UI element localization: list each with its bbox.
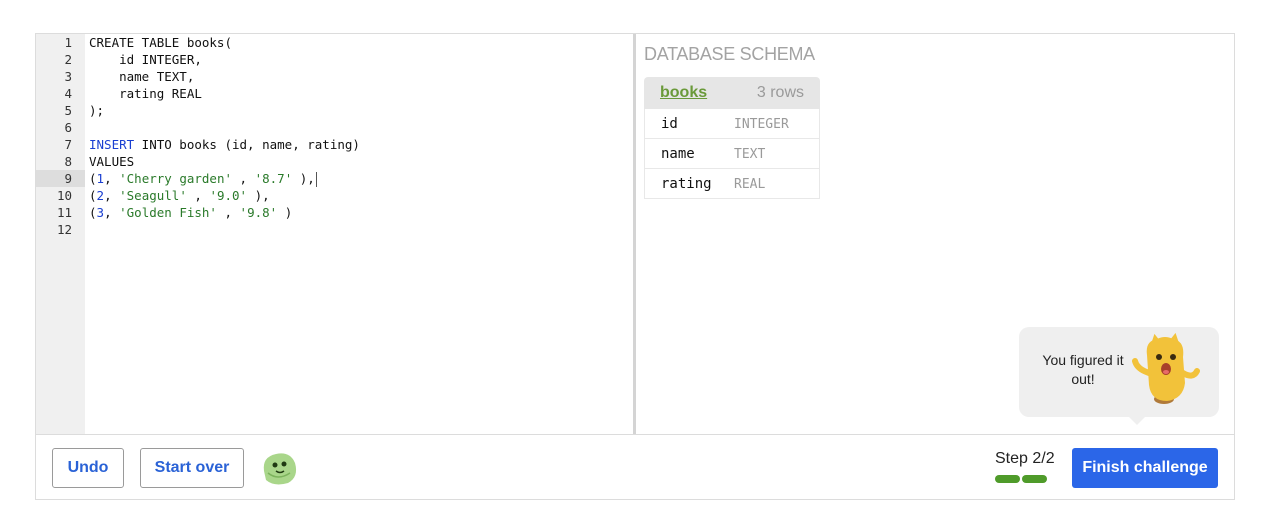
step-progress-segment	[1022, 475, 1047, 483]
footer-toolbar: Undo Start over Step 2/2 Finish challeng…	[36, 434, 1234, 499]
code-token: rating REAL	[89, 86, 202, 101]
sql-string: '9.0'	[209, 188, 248, 203]
schema-column-row: name TEXT	[644, 139, 820, 169]
code-token: id INTEGER,	[89, 52, 202, 67]
code-line[interactable]: CREATE TABLE books(	[89, 34, 232, 51]
code-line[interactable]: name TEXT,	[89, 68, 194, 85]
code-line[interactable]: rating REAL	[89, 85, 202, 102]
column-name: rating	[661, 176, 712, 192]
line-number: 1	[64, 35, 72, 50]
mascot-monster-illustration	[1132, 333, 1200, 404]
schema-panel: DATABASE SCHEMA books 3 rows id INTEGER …	[636, 34, 1234, 434]
line-number: 5	[64, 103, 72, 118]
code-line[interactable]: INSERT INTO books (id, name, rating)	[89, 136, 360, 153]
column-type: TEXT	[734, 147, 766, 162]
code-line[interactable]: (1, 'Cherry garden' , '8.7' ),	[89, 170, 317, 187]
code-line[interactable]: );	[89, 102, 104, 119]
sql-string: 'Golden Fish'	[119, 205, 217, 220]
sql-number: 1	[96, 171, 105, 186]
code-token: )	[277, 205, 293, 220]
step-indicator-label: Step 2/2	[995, 450, 1055, 467]
line-number: 2	[64, 52, 72, 67]
finish-challenge-button[interactable]: Finish challenge	[1072, 448, 1218, 488]
line-number: 10	[56, 188, 72, 203]
line-number: 11	[56, 205, 72, 220]
line-number: 12	[56, 222, 72, 237]
code-token: (	[89, 171, 97, 186]
schema-table-name-link[interactable]: books	[660, 84, 707, 102]
code-token: (	[89, 205, 97, 220]
line-number: 3	[64, 69, 72, 84]
line-number: 4	[64, 86, 72, 101]
code-token: ,	[104, 205, 120, 220]
step-progress-segment	[995, 475, 1020, 483]
column-name: name	[661, 146, 695, 162]
success-message: You figured it out!	[1042, 352, 1124, 387]
line-number-gutter: 1 2 3 4 5 6 7 8 9 10 11 12	[36, 34, 85, 434]
schema-title: DATABASE SCHEMA	[644, 44, 815, 64]
schema-column-row: rating REAL	[644, 169, 820, 199]
start-over-button[interactable]: Start over	[140, 448, 244, 488]
code-line[interactable]: (2, 'Seagull' , '9.0' ),	[89, 187, 270, 204]
sql-string: '9.8'	[239, 205, 278, 220]
schema-table-card: books 3 rows id INTEGER name TEXT rating…	[644, 77, 820, 199]
undo-button[interactable]: Undo	[52, 448, 124, 488]
code-token: name TEXT,	[89, 69, 195, 84]
code-token: (	[89, 188, 97, 203]
code-line[interactable]: (3, 'Golden Fish' , '9.8' )	[89, 204, 292, 221]
sql-string: 'Seagull'	[119, 188, 187, 203]
line-number: 6	[64, 120, 72, 135]
code-token: INTO books (id, name, rating)	[134, 137, 360, 152]
sql-number: 2	[96, 188, 105, 203]
schema-table-row-count: 3 rows	[756, 84, 804, 101]
code-editor[interactable]: 1 2 3 4 5 6 7 8 9 10 11 12 CREATE TABLE books( id I…	[36, 34, 633, 434]
line-number: 7	[64, 137, 72, 152]
schema-table-header: books 3 rows	[644, 77, 820, 109]
code-line[interactable]: VALUES	[89, 153, 134, 170]
column-type: INTEGER	[734, 117, 789, 132]
line-number: 8	[64, 154, 72, 169]
sql-keyword: INSERT	[89, 137, 135, 152]
code-token: ,	[104, 188, 120, 203]
code-token: ,	[186, 188, 210, 203]
code-line[interactable]: id INTEGER,	[89, 51, 202, 68]
code-token: CREATE TABLE books(	[89, 35, 232, 50]
column-name: id	[661, 116, 678, 132]
sql-number: 3	[96, 205, 105, 220]
code-token: VALUES	[89, 154, 135, 169]
success-speech-bubble: You figured it out!	[1019, 327, 1219, 425]
sql-string: '8.7'	[254, 171, 293, 186]
code-token: ),	[292, 171, 315, 186]
code-token: ,	[104, 171, 120, 186]
schema-column-row: id INTEGER	[644, 109, 820, 139]
line-number: 9	[36, 170, 85, 187]
code-token: ,	[232, 171, 255, 186]
code-token: ,	[216, 205, 240, 220]
code-token: ),	[247, 188, 270, 203]
sql-string: 'Cherry garden'	[119, 171, 233, 186]
bubble-tail	[1129, 417, 1145, 425]
challenge-panel: 1 2 3 4 5 6 7 8 9 10 11 12 CREATE TABLE books( id I…	[35, 33, 1235, 500]
code-token: );	[89, 103, 105, 118]
column-type: REAL	[734, 177, 766, 192]
green-blob-mascot-icon	[263, 453, 297, 485]
text-cursor	[315, 172, 317, 187]
